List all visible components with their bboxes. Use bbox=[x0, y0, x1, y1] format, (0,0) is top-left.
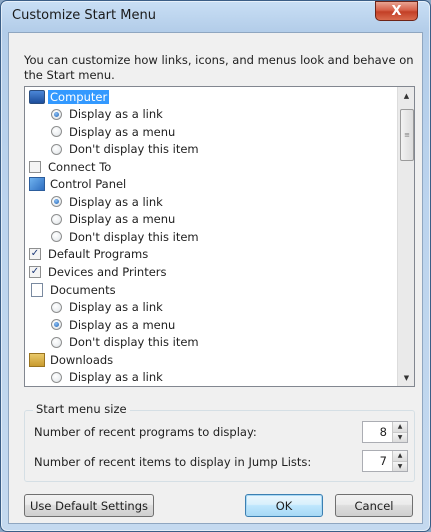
use-default-settings-button[interactable]: Use Default Settings bbox=[24, 494, 154, 517]
jump-list-items-value[interactable]: 7 bbox=[363, 451, 392, 471]
radio-option[interactable]: Display as a menu bbox=[51, 123, 177, 140]
list-item-label: Devices and Printers bbox=[48, 265, 167, 279]
spin-up-icon[interactable]: ▲ bbox=[393, 422, 407, 432]
list-item-label: Don't display this item bbox=[69, 142, 199, 157]
radio-checked-icon[interactable] bbox=[51, 319, 62, 331]
ok-button[interactable]: OK bbox=[245, 494, 323, 517]
radio-option[interactable]: Display as a menu bbox=[51, 211, 177, 228]
list-item-label: Control Panel bbox=[50, 177, 127, 192]
radio-unchecked-icon[interactable] bbox=[51, 143, 62, 155]
radio-option[interactable]: Display as a link bbox=[51, 106, 165, 123]
list-item-label: Display as a link bbox=[69, 300, 163, 315]
list-section-header[interactable]: Computer bbox=[29, 88, 110, 105]
list-section-header[interactable]: Downloads bbox=[29, 351, 115, 368]
radio-option[interactable]: Don't display this item bbox=[51, 334, 201, 351]
close-button[interactable]: X bbox=[375, 1, 418, 21]
checkbox-option[interactable]: ✓ Default Programs bbox=[29, 246, 150, 263]
description-text: You can customize how links, icons, and … bbox=[24, 53, 414, 82]
radio-unchecked-icon[interactable] bbox=[51, 336, 62, 348]
spin-down-icon[interactable]: ▼ bbox=[393, 460, 407, 471]
radio-option[interactable]: Display as a link bbox=[51, 369, 165, 386]
list-item-label: Documents bbox=[50, 282, 116, 297]
jump-list-items-label: Number of recent items to display in Jum… bbox=[34, 455, 312, 469]
downloads-icon bbox=[29, 352, 45, 367]
list-item-label: Display as a menu bbox=[69, 317, 176, 332]
radio-checked-icon[interactable] bbox=[51, 108, 62, 120]
spin-up-icon[interactable]: ▲ bbox=[393, 451, 407, 461]
radio-option[interactable]: Display as a menu bbox=[51, 316, 177, 333]
checkbox-unchecked-icon[interactable] bbox=[29, 160, 41, 173]
radio-unchecked-icon[interactable] bbox=[51, 301, 62, 313]
scroll-thumb[interactable]: ≡ bbox=[400, 109, 414, 161]
start-menu-size-group bbox=[24, 410, 415, 482]
recent-programs-spinner[interactable]: 8 ▲ ▼ bbox=[362, 421, 408, 443]
radio-unchecked-icon[interactable] bbox=[51, 126, 62, 138]
scroll-down-icon[interactable]: ▼ bbox=[398, 369, 414, 386]
list-section-header[interactable]: Documents bbox=[29, 281, 118, 298]
recent-programs-label: Number of recent programs to display: bbox=[34, 425, 257, 439]
radio-option[interactable]: Display as a link bbox=[51, 193, 165, 210]
window-title: Customize Start Menu bbox=[12, 8, 156, 23]
cancel-button[interactable]: Cancel bbox=[335, 494, 413, 517]
start-menu-size-legend: Start menu size bbox=[33, 402, 130, 416]
checkbox-checked-icon[interactable]: ✓ bbox=[29, 248, 41, 261]
list-item-label: Downloads bbox=[50, 352, 114, 367]
computer-icon bbox=[29, 89, 45, 104]
radio-unchecked-icon[interactable] bbox=[51, 213, 62, 225]
control-panel-icon bbox=[29, 177, 45, 192]
scroll-up-icon[interactable]: ▲ bbox=[398, 87, 414, 104]
list-item-label: Connect To bbox=[48, 159, 112, 174]
documents-icon bbox=[31, 282, 43, 297]
recent-programs-value[interactable]: 8 bbox=[363, 422, 392, 442]
list-item-label: Don't display this item bbox=[69, 335, 199, 350]
checkbox-option[interactable]: Connect To bbox=[29, 158, 113, 175]
start-menu-items-list[interactable]: Computer Display as a link Display as a me… bbox=[24, 86, 415, 387]
list-scrollbar[interactable]: ▲ ≡ ▼ bbox=[397, 87, 414, 386]
checkbox-option[interactable]: ✓ Devices and Printers bbox=[29, 264, 169, 281]
list-item-label: Display as a link bbox=[69, 370, 163, 385]
radio-option[interactable]: Display as a link bbox=[51, 299, 165, 316]
list-item-label: Default Programs bbox=[48, 247, 149, 262]
radio-unchecked-icon[interactable] bbox=[51, 231, 62, 243]
list-item-label: Display as a menu bbox=[69, 212, 176, 227]
jump-list-items-spinner[interactable]: 7 ▲ ▼ bbox=[362, 450, 408, 472]
list-item-label: Don't display this item bbox=[69, 229, 199, 244]
list-item-label: Computer bbox=[48, 89, 110, 104]
radio-unchecked-icon[interactable] bbox=[51, 371, 62, 383]
radio-option[interactable]: Don't display this item bbox=[51, 141, 201, 158]
list-item-label: Display as a link bbox=[69, 107, 163, 122]
spin-down-icon[interactable]: ▼ bbox=[393, 431, 407, 442]
list-section-header[interactable]: Control Panel bbox=[29, 176, 128, 193]
checkbox-checked-icon[interactable]: ✓ bbox=[29, 266, 41, 278]
radio-option[interactable]: Don't display this item bbox=[51, 228, 201, 245]
radio-checked-icon[interactable] bbox=[51, 196, 62, 208]
list-item-label: Display as a link bbox=[69, 194, 163, 209]
list-item-label: Display as a menu bbox=[69, 124, 176, 139]
